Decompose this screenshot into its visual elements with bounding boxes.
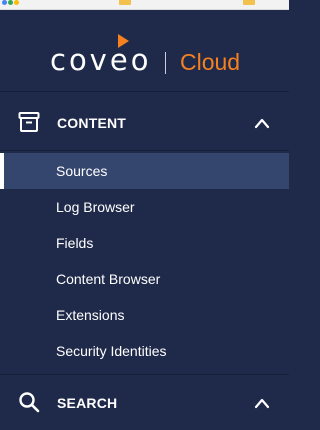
- sidebar-item-label: Sources: [56, 163, 108, 179]
- sidebar-item-label: Fields: [56, 235, 94, 251]
- sidebar-item-security-identities[interactable]: Security Identities: [0, 333, 289, 369]
- chevron-up-icon[interactable]: [254, 396, 270, 409]
- logo-divider: [165, 52, 166, 74]
- bookmark-favicon: [14, 0, 19, 5]
- sidebar-item-sources[interactable]: Sources: [0, 153, 289, 189]
- logo-arrow-icon: [118, 34, 129, 48]
- sidebar-item-log-browser[interactable]: Log Browser: [0, 189, 289, 225]
- bookmark-folder-icon[interactable]: [243, 0, 255, 5]
- sidebar-item-label: Log Browser: [56, 199, 135, 215]
- sidebar-item-label: Extensions: [56, 307, 125, 323]
- search-icon: [18, 391, 40, 413]
- bookmark-favicon: [2, 0, 7, 5]
- section-header-search[interactable]: SEARCH: [0, 374, 289, 430]
- content-nav-list: Sources Log Browser Fields Content Brows…: [0, 153, 289, 369]
- logo-wordmark: coveo: [50, 43, 152, 77]
- section-label: SEARCH: [57, 395, 118, 411]
- bookmark-folder-icon[interactable]: [119, 0, 131, 5]
- section-header-content[interactable]: CONTENT: [0, 95, 289, 151]
- sidebar-item-extensions[interactable]: Extensions: [0, 297, 289, 333]
- archive-box-icon: [18, 111, 40, 133]
- section-label: CONTENT: [57, 115, 127, 131]
- sidebar-item-fields[interactable]: Fields: [0, 225, 289, 261]
- chevron-up-icon[interactable]: [254, 116, 270, 129]
- sidebar-item-content-browser[interactable]: Content Browser: [0, 261, 289, 297]
- logo-product-name: Cloud: [180, 49, 241, 75]
- browser-bookmarks-bar: [0, 0, 289, 10]
- brand-logo[interactable]: coveo Cloud: [0, 10, 289, 92]
- bookmark-favicon: [8, 0, 13, 5]
- sidebar-item-label: Content Browser: [56, 271, 161, 287]
- sidebar-item-label: Security Identities: [56, 343, 167, 359]
- sidebar-nav: coveo Cloud CONTENT Sources Log Browser …: [0, 10, 289, 430]
